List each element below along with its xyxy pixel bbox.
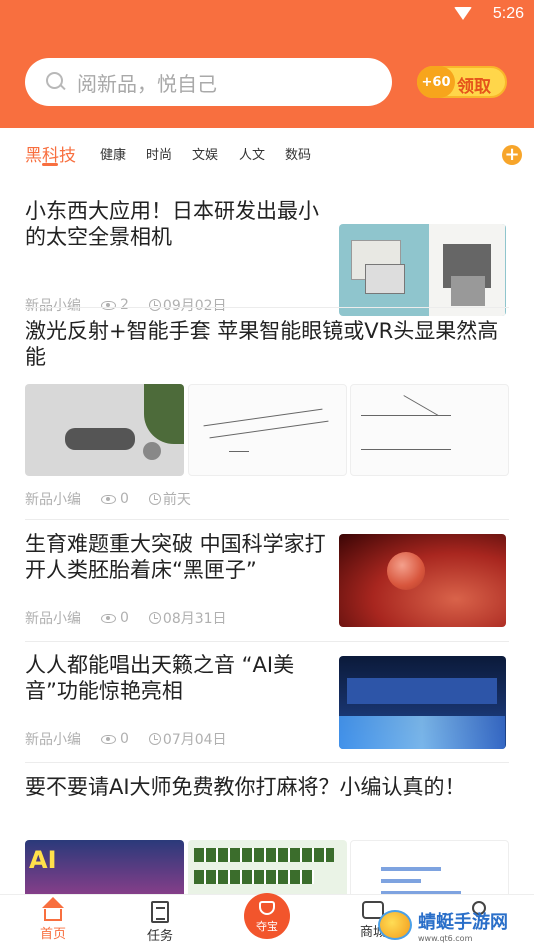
clock-icon xyxy=(148,612,161,624)
tab-culture[interactable]: 人文 xyxy=(239,144,265,163)
article-date: 07月04日 xyxy=(162,732,227,748)
status-time: 5:26 xyxy=(492,5,524,22)
eye-icon xyxy=(101,300,116,310)
task-list-icon xyxy=(151,901,169,923)
list-item[interactable]: 人人都能唱出天籁之音 “AI美音”功能惊艳亮相 新品小编 0 07月04日 xyxy=(25,652,509,752)
clock-icon xyxy=(148,299,161,311)
clock-icon xyxy=(148,733,161,745)
divider xyxy=(25,641,509,642)
coin-reward: +60 xyxy=(417,66,455,98)
search-bar[interactable]: 阅新品，悦自己 xyxy=(25,58,392,106)
reward-button[interactable]: +60 领取 xyxy=(417,66,507,98)
reward-label: 领取 xyxy=(457,77,491,97)
tab-fashion[interactable]: 时尚 xyxy=(146,144,172,163)
nav-treasure[interactable]: 夺宝 xyxy=(244,893,290,939)
search-icon xyxy=(45,71,67,93)
home-icon xyxy=(42,897,64,921)
article-title: 生育难题重大突破 中国科学家打开人类胚胎着床“黑匣子” xyxy=(25,532,326,582)
tab-health[interactable]: 健康 xyxy=(100,144,126,163)
article-thumbnail xyxy=(188,840,347,894)
nav-home[interactable]: 首页 xyxy=(18,897,88,942)
article-date: 08月31日 xyxy=(162,611,227,627)
article-thumbnail xyxy=(25,384,184,476)
article-thumbnail xyxy=(188,384,347,476)
article-date: 前天 xyxy=(162,492,191,508)
view-count: 0 xyxy=(120,491,129,507)
article-author: 新品小编 xyxy=(25,611,81,627)
app-screen: 5:26 阅新品，悦自己 +60 领取 黑科技 健康 时尚 文娱 人文 数码 +… xyxy=(0,0,534,949)
article-meta: 新品小编 0 08月31日 xyxy=(25,608,227,628)
tab-digital[interactable]: 数码 xyxy=(285,144,311,163)
article-author: 新品小编 xyxy=(25,492,81,508)
watermark-sub: www.qt6.com xyxy=(418,933,473,943)
article-thumbnail xyxy=(339,534,506,627)
header: 5:26 阅新品，悦自己 +60 领取 xyxy=(0,0,534,128)
search-placeholder: 阅新品，悦自己 xyxy=(77,71,217,96)
article-thumbnail xyxy=(339,224,506,316)
nav-home-label: 首页 xyxy=(39,927,66,942)
divider xyxy=(25,307,509,308)
news-feed: 小东西大应用！日本研发出最小的太空全景相机 新品小编 2 09月02日 激光反射… xyxy=(0,176,534,894)
eye-icon xyxy=(101,734,116,744)
view-count: 0 xyxy=(120,610,129,626)
list-item[interactable]: 生育难题重大突破 中国科学家打开人类胚胎着床“黑匣子” 新品小编 0 08月31… xyxy=(25,531,509,631)
article-thumbnail xyxy=(350,384,509,476)
article-meta: 新品小编 0 07月04日 xyxy=(25,729,227,749)
divider xyxy=(25,762,509,763)
category-tabs: 黑科技 健康 时尚 文娱 人文 数码 xyxy=(0,128,534,176)
article-author: 新品小编 xyxy=(25,298,81,314)
watermark-logo-icon xyxy=(378,910,412,940)
watermark-main: 蜻蜓手游网 xyxy=(418,911,508,933)
wifi-icon xyxy=(454,7,472,20)
list-item[interactable]: 激光反射+智能手套 苹果智能眼镜或VR头显果然高能 新品小编 0 前天 xyxy=(25,318,509,518)
article-title: 激光反射+智能手套 苹果智能眼镜或VR头显果然高能 xyxy=(25,319,499,369)
eye-icon xyxy=(101,613,116,623)
article-author: 新品小编 xyxy=(25,732,81,748)
eye-icon xyxy=(101,494,116,504)
tab-entertainment[interactable]: 文娱 xyxy=(192,144,218,163)
watermark: 蜻蜓手游网 www.qt6.com xyxy=(378,906,528,944)
view-count: 2 xyxy=(120,297,129,313)
nav-treasure-label: 夺宝 xyxy=(256,920,278,933)
article-meta: 新品小编 0 前天 xyxy=(25,489,191,509)
divider xyxy=(25,519,509,520)
clock-icon xyxy=(148,493,161,505)
list-item[interactable]: 小东西大应用！日本研发出最小的太空全景相机 新品小编 2 09月02日 xyxy=(25,198,509,316)
active-tab-indicator xyxy=(42,163,58,166)
article-title: 小东西大应用！日本研发出最小的太空全景相机 xyxy=(25,199,319,249)
list-item[interactable]: 要不要请AI大师免费教你打麻将？小编认真的！ AI xyxy=(25,774,509,894)
add-tab-icon[interactable]: + xyxy=(502,145,522,165)
article-thumbnail xyxy=(339,656,506,749)
article-title: 人人都能唱出天籁之音 “AI美音”功能惊艳亮相 xyxy=(25,653,295,703)
article-date: 09月02日 xyxy=(162,298,227,314)
article-meta: 新品小编 2 09月02日 xyxy=(25,295,227,315)
article-title: 要不要请AI大师免费教你打麻将？小编认真的！ xyxy=(25,775,466,799)
article-thumbnail xyxy=(350,840,509,894)
diamond-icon xyxy=(259,901,275,915)
nav-tasks[interactable]: 任务 xyxy=(125,899,195,944)
nav-tasks-label: 任务 xyxy=(146,929,173,944)
view-count: 0 xyxy=(120,731,129,747)
article-thumbnail: AI xyxy=(25,840,184,894)
